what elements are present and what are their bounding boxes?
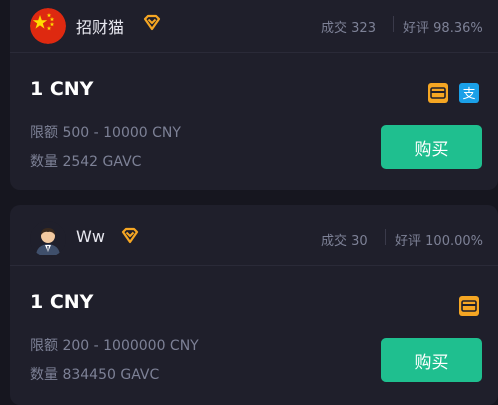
bank-card-icon bbox=[428, 83, 448, 103]
limit-value: 200 - 1000000 CNY bbox=[62, 338, 199, 354]
china-flag-icon bbox=[30, 8, 66, 44]
verified-diamond-icon bbox=[142, 13, 162, 33]
rating-stat: 好评 98.36% bbox=[403, 17, 483, 36]
buy-button[interactable]: 购买 bbox=[381, 338, 482, 382]
merchant-header[interactable]: Ww 成交 30 好评 100.00% bbox=[10, 213, 498, 266]
rating-label: 好评 bbox=[403, 21, 430, 36]
offer-card: Ww 成交 30 好评 100.00% 1 CNY 限额 200 - 10000… bbox=[10, 205, 498, 405]
quantity-label: 数量 bbox=[30, 367, 58, 383]
unit-price: 1 CNY bbox=[30, 291, 94, 313]
divider bbox=[385, 229, 386, 245]
merchant-name: 招财猫 bbox=[76, 18, 125, 37]
trades-stat: 成交 323 bbox=[321, 17, 376, 36]
alipay-icon: 支 bbox=[459, 83, 479, 103]
quantity-row: 数量 834450 GAVC bbox=[30, 364, 159, 384]
quantity-value: 834450 GAVC bbox=[62, 367, 160, 383]
rating-stat: 好评 100.00% bbox=[395, 230, 483, 249]
buy-button[interactable]: 购买 bbox=[381, 125, 482, 169]
trades-count: 30 bbox=[351, 234, 368, 249]
merchant-name: Ww bbox=[76, 227, 105, 246]
rating-value: 98.36% bbox=[433, 21, 483, 36]
bank-card-icon bbox=[459, 296, 479, 316]
rating-value: 100.00% bbox=[425, 234, 483, 249]
trades-count: 323 bbox=[351, 21, 376, 36]
svg-text:支: 支 bbox=[462, 87, 475, 102]
quantity-value: 2542 GAVC bbox=[62, 154, 142, 170]
limit-row: 限额 200 - 1000000 CNY bbox=[30, 335, 199, 355]
divider bbox=[393, 16, 394, 32]
user-avatar-icon bbox=[30, 221, 66, 257]
limit-row: 限额 500 - 10000 CNY bbox=[30, 122, 181, 142]
trades-label: 成交 bbox=[321, 21, 348, 36]
trades-label: 成交 bbox=[321, 234, 348, 249]
quantity-row: 数量 2542 GAVC bbox=[30, 151, 141, 171]
rating-label: 好评 bbox=[395, 234, 422, 249]
offer-card: 招财猫 成交 323 好评 98.36% 1 CNY 支 限额 500 - 10… bbox=[10, 0, 498, 190]
trades-stat: 成交 30 bbox=[321, 230, 368, 249]
quantity-label: 数量 bbox=[30, 154, 58, 170]
merchant-header[interactable]: 招财猫 成交 323 好评 98.36% bbox=[10, 0, 498, 53]
limit-value: 500 - 10000 CNY bbox=[62, 125, 181, 141]
unit-price: 1 CNY bbox=[30, 78, 94, 100]
limit-label: 限额 bbox=[30, 338, 58, 354]
verified-diamond-icon bbox=[120, 226, 140, 246]
limit-label: 限额 bbox=[30, 125, 58, 141]
